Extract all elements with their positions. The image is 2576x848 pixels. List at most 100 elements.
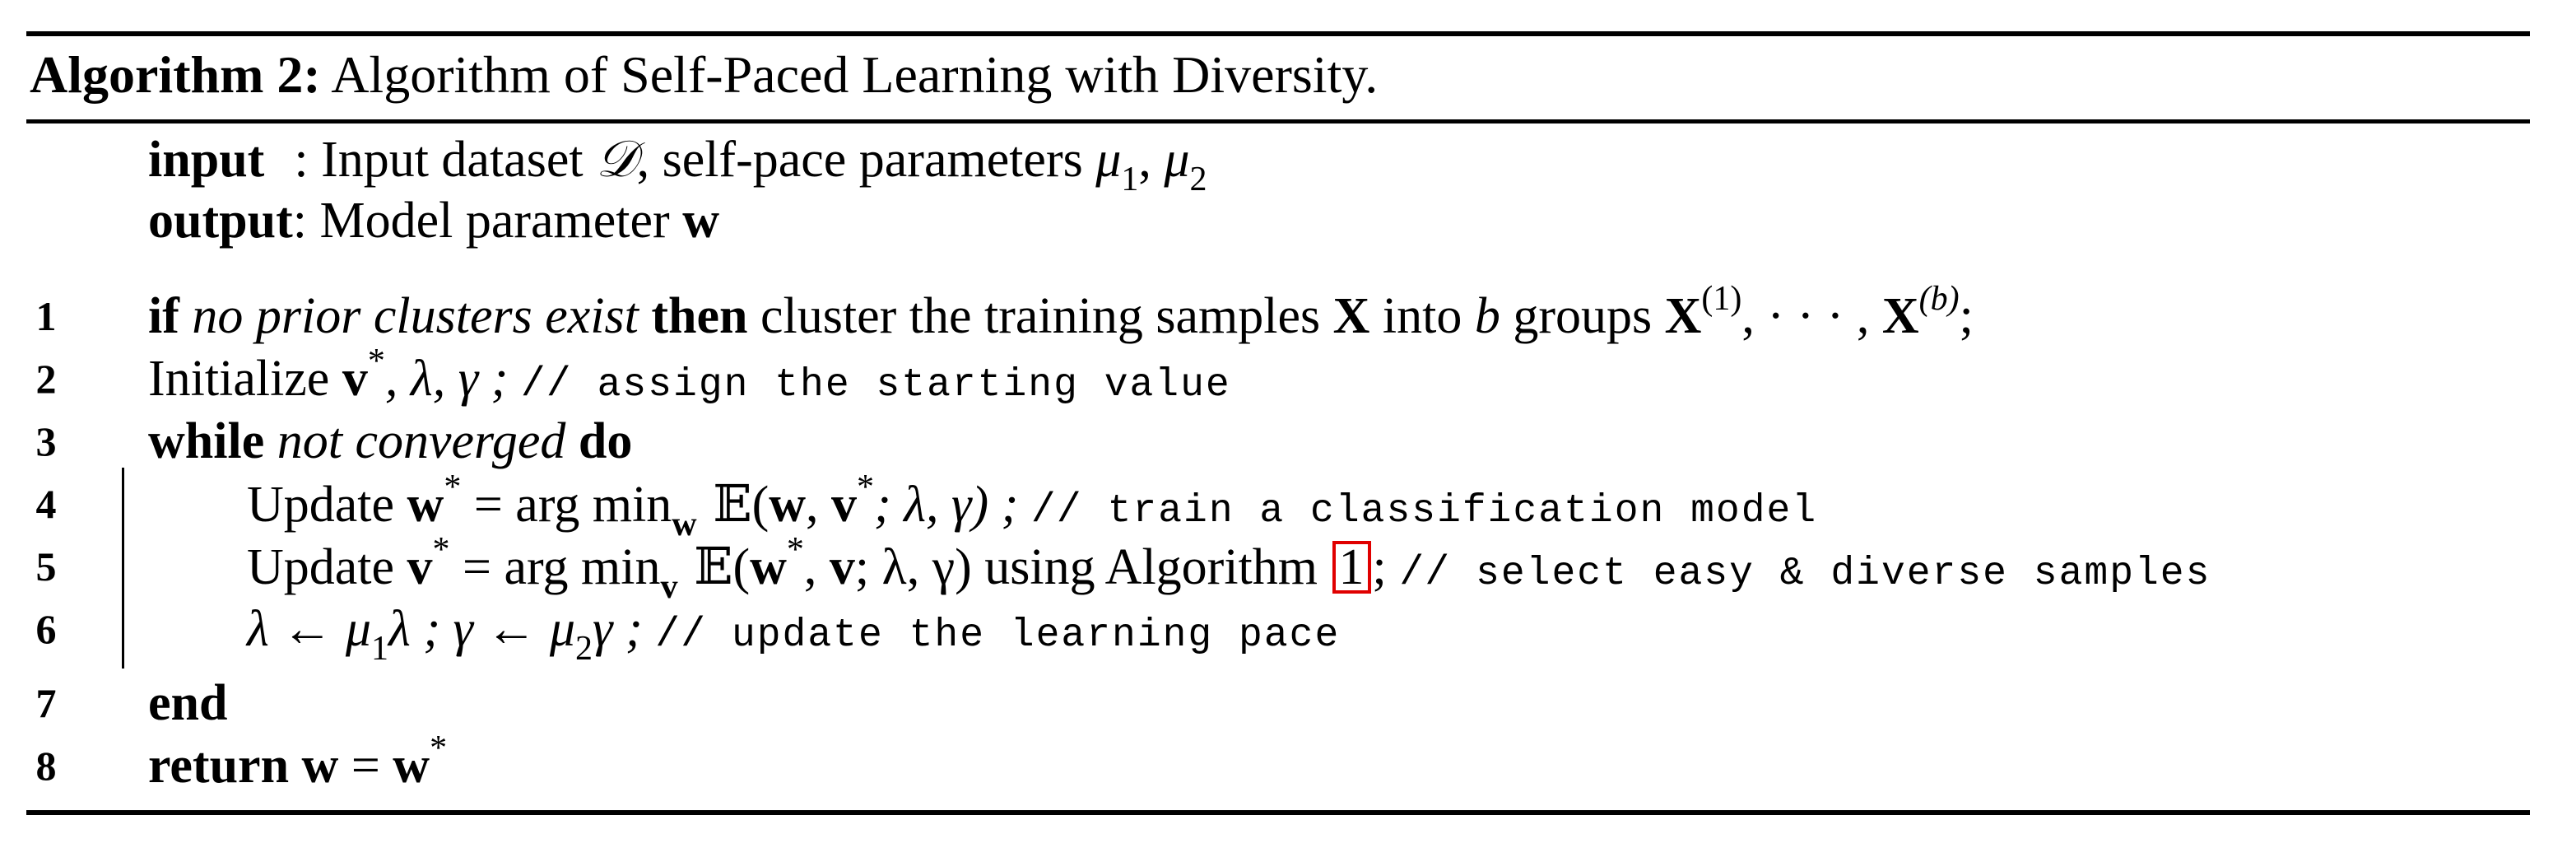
- line-1-end: ;: [1959, 288, 1974, 344]
- star-superscript: *: [857, 468, 875, 507]
- line-1-body: if no prior clusters exist then cluster …: [148, 282, 1974, 346]
- star-superscript: *: [367, 342, 385, 381]
- input-text-post: , self-pace parameters: [636, 132, 1096, 188]
- star-superscript: *: [786, 531, 804, 570]
- mu1-subscript: 1: [1121, 161, 1139, 199]
- symbol-w: w: [407, 477, 444, 533]
- input-separator: :: [294, 132, 309, 188]
- symbol-w: w: [301, 738, 339, 794]
- symbol-b: b: [1474, 288, 1500, 344]
- line-5-text: Update: [247, 539, 407, 595]
- algorithm-reference-link[interactable]: 1: [1332, 541, 1371, 594]
- line-6-body: λ ← μ1λ ; γ ← μ2γ ; // update the learni…: [247, 599, 1341, 669]
- input-text-pre: Input dataset: [321, 132, 597, 188]
- line-number: 5: [35, 543, 57, 589]
- equals: =: [338, 738, 393, 794]
- symbol-v: v: [407, 539, 433, 595]
- arg-v: v: [831, 477, 858, 533]
- args-rest: ; λ, γ) using Algorithm: [854, 539, 1331, 595]
- algorithm-label: Algorithm 2:: [30, 45, 321, 104]
- argmin-text: = arg min: [449, 539, 661, 595]
- line-7-body: end: [148, 673, 227, 733]
- line-5-body: Update v* = arg minv 𝔼(w*, v; λ, γ) usin…: [247, 533, 2211, 604]
- line-5-end: ;: [1372, 539, 1400, 595]
- output-text: Model parameter: [319, 193, 683, 249]
- ellipsis: , · · · ,: [1741, 288, 1882, 344]
- gamma-end: γ ;: [593, 601, 656, 657]
- mu1-subscript: 1: [370, 630, 388, 669]
- line-number: 3: [35, 418, 57, 464]
- line-3-body: while not converged do: [148, 412, 632, 471]
- comment-marker: //: [655, 612, 707, 659]
- top-rule: [26, 31, 2530, 36]
- line-number: 6: [35, 606, 57, 652]
- symbol-v: v: [342, 351, 368, 407]
- line-number: 8: [35, 743, 57, 789]
- gamma-update: λ ; γ ← μ: [388, 601, 576, 657]
- arg-comma: ,: [806, 477, 832, 533]
- comment-marker: //: [520, 361, 572, 408]
- mu2-subscript: 2: [575, 630, 593, 669]
- line-number: 7: [35, 680, 57, 726]
- output-keyword: output: [148, 193, 293, 249]
- output-symbol: w: [682, 193, 719, 249]
- line-6-comment: update the learning pace: [706, 613, 1341, 658]
- symbol-w-star: w: [393, 738, 430, 794]
- if-keyword: if: [148, 288, 179, 344]
- line-1-text-3: groups: [1500, 288, 1665, 344]
- star-superscript: *: [432, 531, 450, 570]
- output-separator: :: [292, 193, 307, 249]
- dataset-symbol: 𝒟: [596, 132, 637, 188]
- line-8-body: return w = w*: [148, 731, 447, 795]
- line-1-text-2: into: [1369, 288, 1475, 344]
- arg-w: w: [750, 539, 787, 595]
- return-keyword: return: [148, 738, 290, 794]
- while-keyword: while: [148, 413, 265, 469]
- line-number: 1: [35, 293, 57, 339]
- algorithm-caption: Algorithm 2: Algorithm of Self-Paced Lea…: [30, 38, 1378, 112]
- star-superscript: *: [444, 468, 462, 507]
- symbol-X1: X: [1664, 288, 1702, 344]
- line-4-text: Update: [247, 477, 407, 533]
- output-body: output: Model parameter w: [148, 191, 719, 250]
- paren-open: (: [751, 477, 770, 533]
- mu2-subscript: 2: [1189, 161, 1207, 199]
- line-number: 2: [35, 356, 57, 402]
- comment-marker: //: [1030, 487, 1082, 534]
- caption-rule: [26, 119, 2530, 123]
- line-number: 4: [35, 481, 57, 527]
- bottom-rule: [26, 810, 2530, 815]
- input-comma: ,: [1138, 132, 1165, 188]
- argmin-text: = arg min: [461, 477, 672, 533]
- end-keyword: end: [148, 675, 228, 731]
- input-body: input: Input dataset 𝒟, self-pace parame…: [148, 130, 1207, 197]
- expectation-symbol: 𝔼: [696, 473, 752, 533]
- algorithm-title: Algorithm of Self-Paced Learning with Di…: [331, 45, 1379, 104]
- arg-v: v: [829, 539, 855, 595]
- do-keyword: do: [578, 413, 633, 469]
- then-keyword: then: [651, 288, 748, 344]
- paren-open: (: [732, 539, 751, 595]
- while-condition: not converged: [277, 413, 566, 469]
- star-superscript: *: [430, 729, 448, 768]
- args-rest: ; λ, γ) ;: [874, 477, 1031, 533]
- symbol-Xb: X: [1881, 288, 1919, 344]
- line-4-body: Update w* = arg minw 𝔼(w, v*; λ, γ) ; //…: [247, 470, 1818, 542]
- arg-comma: ,: [803, 539, 830, 595]
- superscript-b: (b): [1918, 280, 1960, 319]
- if-condition: no prior clusters exist: [192, 288, 639, 344]
- mu2-symbol: μ: [1164, 132, 1190, 188]
- line-1-text-1: cluster the training samples: [760, 288, 1333, 344]
- line-2-body: Initialize v*, λ, γ ; // assign the star…: [148, 344, 1231, 415]
- line-2-text: Initialize: [148, 351, 342, 407]
- lambda-update: λ ← μ: [247, 601, 371, 657]
- line-2-comment: assign the starting value: [571, 363, 1231, 408]
- line-5-comment: select easy & diverse samples: [1450, 552, 2211, 596]
- mu1-symbol: μ: [1095, 132, 1122, 188]
- line-4-comment: train a classification model: [1081, 489, 1818, 533]
- arg-w: w: [769, 477, 807, 533]
- expectation-symbol: 𝔼: [677, 536, 733, 596]
- loop-body-bar: [122, 468, 124, 669]
- comment-marker: //: [1399, 550, 1451, 597]
- line-2-params: , λ, γ ;: [384, 351, 521, 407]
